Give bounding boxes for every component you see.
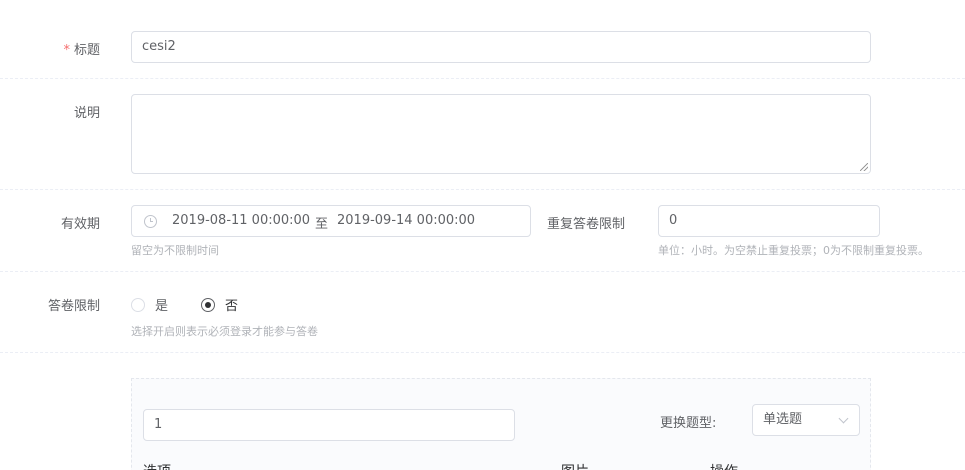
- question-title-input[interactable]: 1: [143, 409, 515, 441]
- radio-checked-icon[interactable]: [201, 297, 215, 312]
- question-type-selected: 单选题: [763, 412, 803, 427]
- clock-icon: [144, 215, 157, 228]
- row-divider: [0, 271, 965, 272]
- answer-limit-label-text: 答卷限制: [47, 299, 100, 314]
- row-divider: [0, 78, 965, 79]
- question-type-select[interactable]: 单选题: [752, 404, 860, 436]
- validity-range-separator: 至: [315, 217, 329, 232]
- validity-date-range-picker[interactable]: 2019-08-11 00:00:00 至 2019-09-14 00:00:0…: [131, 205, 531, 237]
- resize-grip-icon[interactable]: [860, 163, 868, 171]
- title-label: * 标题: [0, 39, 100, 58]
- title-label-text: 标题: [73, 43, 100, 58]
- validity-label: 有效期: [0, 213, 100, 232]
- question-title-value: 1: [154, 417, 163, 432]
- chevron-down-icon: [838, 413, 849, 424]
- answer-limit-label: 答卷限制: [0, 295, 100, 314]
- column-header-image: 图片: [561, 461, 589, 470]
- validity-end-date[interactable]: 2019-09-14 00:00:00: [337, 213, 475, 228]
- repeat-limit-input[interactable]: 0: [658, 205, 880, 237]
- validity-hint: 留空为不限制时间: [131, 244, 219, 257]
- answer-limit-no-label: 否: [225, 299, 239, 314]
- radio-unchecked-icon[interactable]: [131, 297, 145, 312]
- row-divider: [0, 352, 965, 353]
- answer-limit-yes-radio[interactable]: 是: [131, 295, 168, 314]
- column-header-action: 操作: [710, 461, 738, 470]
- validity-start-date[interactable]: 2019-08-11 00:00:00: [172, 213, 310, 228]
- survey-edit-form: * 标题 cesi2 说明 有效期 2019-08-11 00:00:00 至 2…: [0, 0, 965, 470]
- question-card: 1 更换题型: 单选题 选项 图片 操作: [131, 378, 871, 470]
- row-divider: [0, 189, 965, 190]
- title-input-value: cesi2: [142, 39, 176, 54]
- description-label-text: 说明: [73, 106, 100, 121]
- validity-label-text: 有效期: [60, 217, 100, 232]
- change-type-label: 更换题型:: [660, 416, 717, 431]
- repeat-limit-value: 0: [669, 213, 678, 228]
- repeat-limit-label-text: 重复答卷限制: [546, 217, 625, 232]
- required-mark: *: [63, 43, 70, 58]
- description-label: 说明: [0, 102, 100, 121]
- answer-limit-no-radio[interactable]: 否: [201, 295, 238, 314]
- answer-limit-hint: 选择开启则表示必须登录才能参与答卷: [131, 325, 318, 338]
- repeat-limit-label: 重复答卷限制: [525, 213, 625, 232]
- repeat-limit-hint: 单位：小时。为空禁止重复投票；0为不限制重复投票。: [658, 244, 929, 257]
- description-textarea[interactable]: [131, 94, 871, 174]
- answer-limit-yes-label: 是: [155, 299, 169, 314]
- column-header-option: 选项: [143, 461, 171, 470]
- title-input[interactable]: cesi2: [131, 31, 871, 63]
